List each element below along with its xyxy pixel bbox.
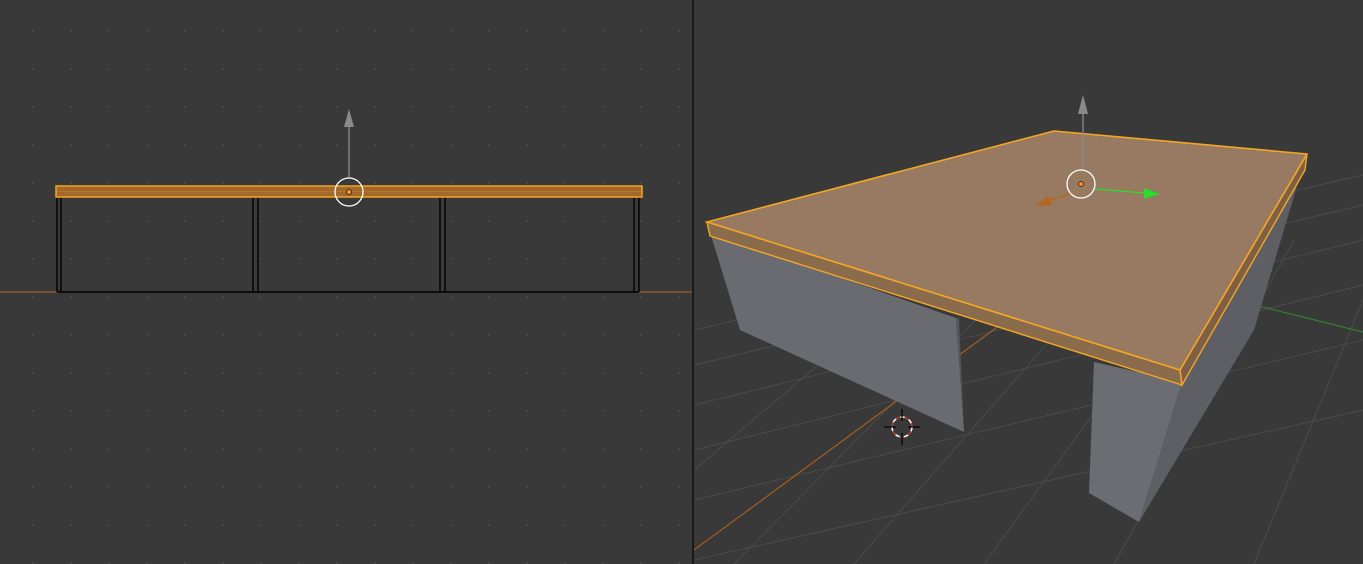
origin-point <box>346 189 352 195</box>
origin-point <box>1078 181 1084 187</box>
front-view-canvas[interactable] <box>0 0 692 564</box>
viewport-perspective[interactable] <box>694 0 1363 564</box>
z-arrow-icon <box>1078 95 1088 114</box>
table-legs-wire[interactable] <box>56 197 640 293</box>
viewport-front[interactable] <box>0 0 692 564</box>
3d-cursor-icon[interactable] <box>884 409 920 445</box>
z-arrow-icon <box>344 109 354 127</box>
perspective-view-canvas[interactable] <box>694 0 1363 564</box>
